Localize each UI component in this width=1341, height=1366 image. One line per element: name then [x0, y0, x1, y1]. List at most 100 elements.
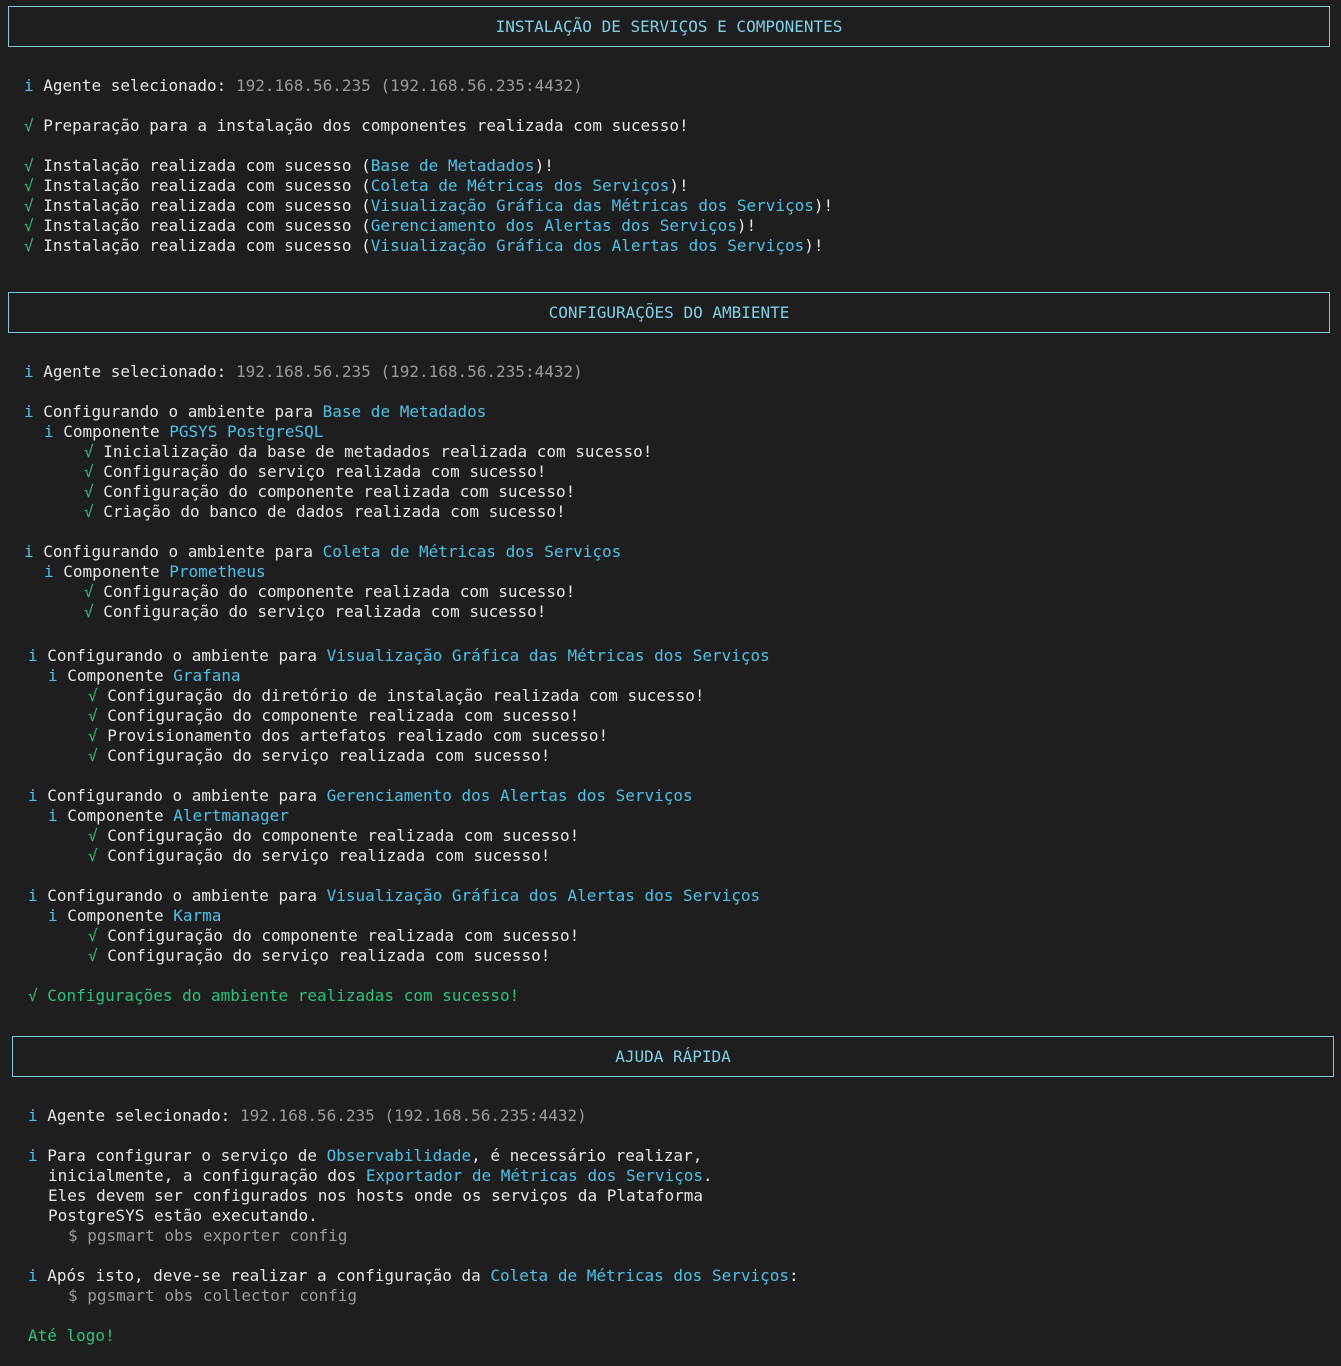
info-icon: i: [24, 402, 34, 421]
step-text: Configuração do componente realizada com…: [107, 826, 580, 845]
prep-text: Preparação para a instalação dos compone…: [43, 116, 689, 135]
info-icon: i: [28, 1106, 38, 1125]
step-text: Configuração do componente realizada com…: [103, 582, 576, 601]
step-line: √ Configuração do diretório de instalaçã…: [88, 686, 705, 706]
component-name: Prometheus: [169, 562, 266, 581]
install-suffix: )!: [669, 176, 689, 195]
component-label: Componente: [67, 806, 164, 825]
component-label: Componente: [67, 666, 164, 685]
help-agent-line: i Agente selecionado: 192.168.56.235 (19…: [28, 1106, 587, 1126]
info-icon: i: [28, 886, 38, 905]
config-target: Coleta de Métricas dos Serviços: [322, 542, 622, 561]
step-line: √ Configuração do serviço realizada com …: [84, 602, 546, 622]
config-group-line: i Configurando o ambiente para Gerenciam…: [28, 786, 693, 806]
step-line: √ Configuração do componente realizada c…: [84, 482, 575, 502]
info-icon: i: [48, 666, 58, 685]
help-p2: inicialmente, a configuração dos Exporta…: [48, 1166, 713, 1186]
step-text: Configuração do componente realizada com…: [107, 926, 580, 945]
check-icon: √: [88, 706, 98, 725]
step-text: Configuração do serviço realizada com su…: [107, 746, 551, 765]
config-group-line: i Configurando o ambiente para Visualiza…: [28, 886, 760, 906]
component-line: i Componente Karma: [48, 906, 221, 926]
check-icon: √: [24, 196, 34, 215]
check-icon: √: [88, 826, 98, 845]
info-icon: i: [28, 646, 38, 665]
install-agent-line: i Agente selecionado: 192.168.56.235 (19…: [24, 76, 583, 96]
component-label: Componente: [63, 422, 160, 441]
help-p2-highlight: Exportador de Métricas dos Serviços: [365, 1166, 704, 1185]
check-icon: √: [24, 116, 34, 135]
config-target: Visualização Gráfica dos Alertas dos Ser…: [326, 886, 761, 905]
step-line: √ Configuração do serviço realizada com …: [88, 846, 550, 866]
check-icon: √: [88, 726, 98, 745]
info-icon: i: [24, 542, 34, 561]
help-p1-highlight: Observabilidade: [326, 1146, 472, 1165]
agent-value: 192.168.56.235 (192.168.56.235:4432): [235, 76, 583, 95]
step-text: Inicialização da base de metadados reali…: [103, 442, 653, 461]
step-text: Configuração do componente realizada com…: [103, 482, 576, 501]
agent-value: 192.168.56.235 (192.168.56.235:4432): [239, 1106, 587, 1125]
check-icon: √: [24, 156, 34, 175]
step-text: Provisionamento dos artefatos realizado …: [107, 726, 609, 745]
install-prefix: Instalação realizada com sucesso (: [43, 236, 371, 255]
help-command-collector: $ pgsmart obs collector config: [68, 1286, 357, 1305]
info-icon: i: [44, 422, 54, 441]
check-icon: √: [88, 846, 98, 865]
config-final-text: Configurações do ambiente realizadas com…: [47, 986, 520, 1005]
check-icon: √: [24, 236, 34, 255]
config-group-line: i Configurando o ambiente para Visualiza…: [28, 646, 770, 666]
install-item-name: Gerenciamento dos Alertas dos Serviços: [370, 216, 737, 235]
install-panel: INSTALAÇÃO DE SERVIÇOS E COMPONENTES i A…: [0, 0, 1341, 285]
info-icon: i: [24, 362, 34, 381]
check-icon: √: [24, 176, 34, 195]
step-text: Configuração do serviço realizada com su…: [107, 946, 551, 965]
help-p2-a: inicialmente, a configuração dos: [48, 1166, 366, 1185]
component-name: Karma: [173, 906, 222, 925]
step-text: Criação do banco de dados realizada com …: [103, 502, 566, 521]
step-line: √ Configuração do componente realizada c…: [84, 582, 575, 602]
step-line: √ Configuração do serviço realizada com …: [88, 746, 550, 766]
check-icon: √: [88, 746, 98, 765]
install-item: √ Instalação realizada com sucesso (Cole…: [24, 176, 689, 196]
config-help-panel: i Configurando o ambiente para Visualiza…: [0, 633, 1341, 1366]
install-suffix: )!: [813, 196, 834, 215]
step-line: √ Inicialização da base de metadados rea…: [84, 442, 652, 462]
install-item: √ Instalação realizada com sucesso (Gere…: [24, 216, 756, 236]
check-icon: √: [88, 926, 98, 945]
install-suffix: )!: [804, 236, 824, 255]
step-line: √ Configuração do serviço realizada com …: [84, 462, 546, 482]
prep-line: √ Preparação para a instalação dos compo…: [24, 116, 689, 136]
check-icon: √: [84, 582, 94, 601]
install-suffix: )!: [534, 156, 554, 175]
install-item-name: Coleta de Métricas dos Serviços: [370, 176, 670, 195]
configuring-label: Configurando o ambiente para: [43, 542, 313, 561]
component-name: Grafana: [173, 666, 241, 685]
check-icon: √: [84, 442, 94, 461]
component-name: Alertmanager: [173, 806, 289, 825]
install-header: INSTALAÇÃO DE SERVIÇOS E COMPONENTES: [8, 6, 1330, 47]
info-icon: i: [48, 806, 58, 825]
configuring-label: Configurando o ambiente para: [43, 402, 313, 421]
info-icon: i: [28, 786, 38, 805]
check-icon: √: [84, 602, 94, 621]
step-text: Configuração do diretório de instalação …: [107, 686, 705, 705]
help-p5-a: Após isto, deve-se realizar a configuraç…: [47, 1266, 491, 1285]
check-icon: √: [84, 462, 94, 481]
info-icon: i: [28, 1146, 38, 1165]
install-prefix: Instalação realizada com sucesso (: [43, 176, 371, 195]
check-icon: √: [84, 502, 94, 521]
component-label: Componente: [67, 906, 164, 925]
config-final-line: √ Configurações do ambiente realizadas c…: [28, 986, 519, 1006]
config-group-line: i Configurando o ambiente para Base de M…: [24, 402, 486, 422]
agent-label: Agente selecionado:: [43, 362, 227, 381]
step-line: √ Criação do banco de dados realizada co…: [84, 502, 566, 522]
component-label: Componente: [63, 562, 160, 581]
component-line: i Componente PGSYS PostgreSQL: [44, 422, 323, 442]
install-item: √ Instalação realizada com sucesso (Base…: [24, 156, 554, 176]
install-item-name: Visualização Gráfica dos Alertas dos Ser…: [370, 236, 805, 255]
step-line: √ Configuração do serviço realizada com …: [88, 946, 550, 966]
help-p3: Eles devem ser configurados nos hosts on…: [48, 1186, 704, 1205]
install-prefix: Instalação realizada com sucesso (: [43, 196, 371, 215]
install-item-name: Base de Metadados: [370, 156, 535, 175]
agent-label: Agente selecionado:: [47, 1106, 231, 1125]
